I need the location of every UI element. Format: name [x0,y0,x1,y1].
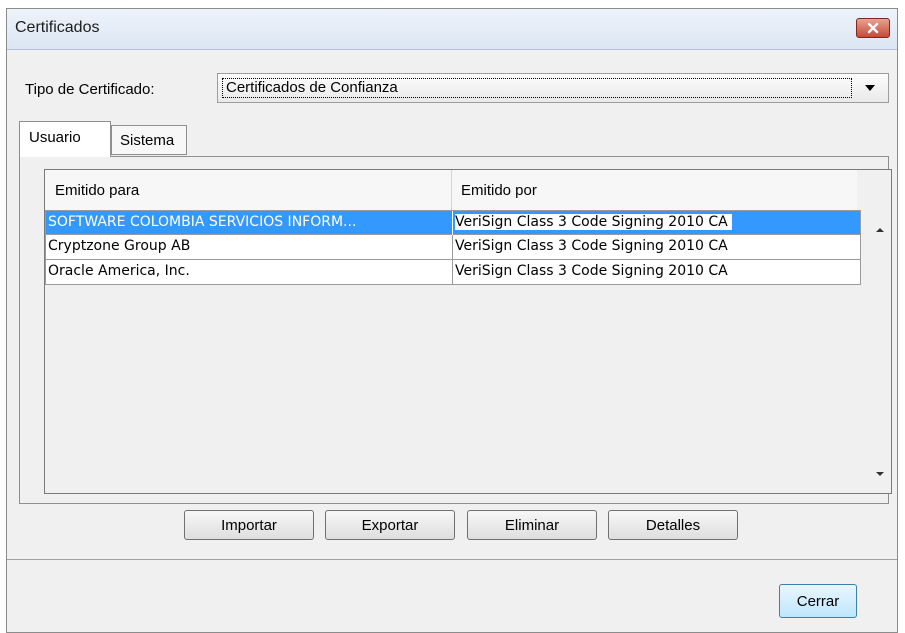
scroll-down-arrow-icon[interactable] [873,468,887,480]
table-row[interactable]: SOFTWARE COLOMBIA SERVICIOS INFORM... Ve… [45,210,861,235]
cert-type-selected-value: Certificados de Confianza [222,78,852,98]
cell-issued-to: Cryptzone Group AB [48,238,191,254]
scroll-up-arrow-icon[interactable] [873,224,887,236]
column-header-issued-by[interactable]: Emitido por [461,182,537,199]
title-bar: Certificados [7,9,897,50]
table-row[interactable]: Cryptzone Group AB VeriSign Class 3 Code… [45,235,861,260]
cell-issued-to: Oracle America, Inc. [48,263,190,279]
cell-divider [452,211,453,235]
tab-sistema-label: Sistema [120,132,175,149]
export-button[interactable]: Exportar [325,510,455,540]
cert-type-label: Tipo de Certificado: [25,81,155,98]
import-button[interactable]: Importar [184,510,314,540]
cell-issued-to: SOFTWARE COLOMBIA SERVICIOS INFORM... [48,214,357,230]
certificates-dialog: Certificados Tipo de Certificado: Certif… [6,8,898,633]
tab-sistema[interactable]: Sistema [111,125,187,155]
table-header: Emitido para Emitido por [45,170,857,211]
tab-panel-usuario: Emitido para Emitido por SOFTWARE COLOMB… [19,156,892,504]
chevron-down-icon[interactable] [856,74,884,102]
close-dialog-button[interactable]: Cerrar [779,584,857,618]
delete-button[interactable]: Eliminar [467,510,597,540]
cell-issued-by: VeriSign Class 3 Code Signing 2010 CA [455,263,728,279]
table-row[interactable]: Oracle America, Inc. VeriSign Class 3 Co… [45,260,861,285]
tab-usuario-label: Usuario [29,129,81,146]
certificates-table: Emitido para Emitido por SOFTWARE COLOMB… [44,169,892,494]
window-title: Certificados [15,19,100,36]
cert-type-select[interactable]: Certificados de Confianza [217,73,889,103]
cell-issued-by: VeriSign Class 3 Code Signing 2010 CA [455,214,732,230]
table-body: SOFTWARE COLOMBIA SERVICIOS INFORM... Ve… [45,210,861,285]
close-icon [867,22,879,34]
details-button[interactable]: Detalles [608,510,738,540]
cell-divider [452,235,453,259]
column-divider [451,170,452,210]
cell-issued-by: VeriSign Class 3 Code Signing 2010 CA [455,238,728,254]
window-close-button[interactable] [856,18,890,38]
tab-usuario[interactable]: Usuario [19,121,111,157]
column-header-issued-to[interactable]: Emitido para [55,182,139,199]
cell-divider [452,260,453,284]
footer-separator [7,559,897,560]
